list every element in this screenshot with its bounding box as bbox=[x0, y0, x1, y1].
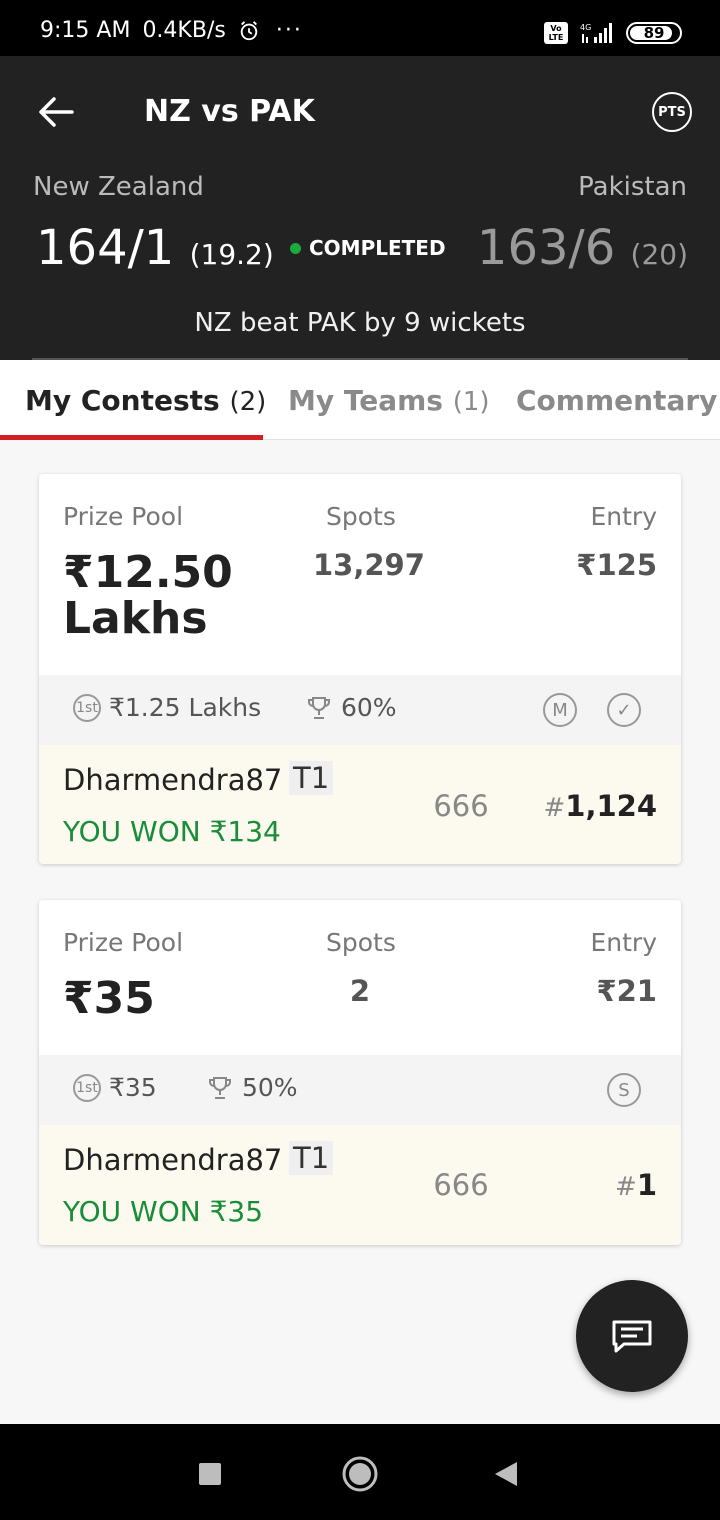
prize-pool-label: Prize Pool bbox=[63, 928, 184, 957]
spots-value: 13,297 bbox=[313, 548, 425, 582]
recents-button[interactable] bbox=[190, 1454, 230, 1494]
user-name: Dharmendra87 bbox=[63, 1143, 283, 1177]
network-speed: 0.4KB/s bbox=[142, 18, 226, 43]
trophy-icon bbox=[209, 1076, 231, 1099]
team-left-overs: (19.2) bbox=[189, 238, 274, 271]
first-prize: 1st ₹1.25 Lakhs bbox=[73, 693, 261, 722]
first-prize-icon: 1st bbox=[73, 1073, 101, 1102]
recents-icon bbox=[199, 1463, 221, 1485]
status-bar: 9:15 AM 0.4KB/s ··· Vo LTE 4G 89 bbox=[0, 0, 720, 56]
team-points: 666 bbox=[433, 1168, 489, 1202]
network-type: 4G bbox=[580, 23, 591, 32]
match-title: NZ vs PAK bbox=[144, 94, 315, 129]
home-button[interactable] bbox=[340, 1454, 380, 1494]
status-dot-icon bbox=[290, 242, 301, 254]
tab-count: (2) bbox=[229, 387, 267, 417]
team-rank: #1 bbox=[615, 1168, 657, 1202]
first-prize-value: ₹1.25 Lakhs bbox=[109, 693, 262, 722]
user-team-row[interactable]: Dharmendra87 T1 YOU WON ₹134 666 #1,124 bbox=[39, 745, 681, 864]
badge-single: S bbox=[607, 1073, 641, 1107]
tab-my-contests[interactable]: My Contests (2) bbox=[25, 384, 266, 417]
first-prize-icon: 1st bbox=[73, 693, 101, 722]
team-left-name: New Zealand bbox=[33, 172, 204, 202]
winnings: YOU WON ₹134 bbox=[63, 815, 281, 848]
win-percent-value: 60% bbox=[341, 693, 397, 722]
tab-count: (1) bbox=[452, 387, 490, 417]
contest-info-row: 1st ₹1.25 Lakhs 60% M ✓ bbox=[39, 675, 681, 745]
pts-label: PTS bbox=[658, 104, 686, 120]
home-icon bbox=[342, 1456, 378, 1492]
team-points: 666 bbox=[433, 789, 489, 823]
back-icon bbox=[495, 1462, 517, 1486]
battery-level: 89 bbox=[643, 24, 665, 42]
win-percent-value: 50% bbox=[242, 1073, 298, 1102]
signal-icon: 4G bbox=[580, 23, 612, 43]
spots-label: Spots bbox=[326, 928, 396, 957]
prize-pool-value: ₹12.50 Lakhs bbox=[63, 547, 233, 644]
more-notifications: ··· bbox=[275, 18, 303, 43]
match-result: NZ beat PAK by 9 wickets bbox=[194, 308, 526, 338]
tab-my-teams[interactable]: My Teams (1) bbox=[288, 384, 490, 417]
status-right: Vo LTE 4G 89 bbox=[544, 22, 682, 44]
tab-bar: My Contests (2) My Teams (1) Commentary bbox=[0, 360, 720, 440]
battery-icon: 89 bbox=[626, 22, 682, 44]
user-team-row[interactable]: Dharmendra87 T1 YOU WON ₹35 666 #1 bbox=[39, 1125, 681, 1245]
clock: 9:15 AM bbox=[40, 18, 131, 43]
match-header: NZ vs PAK PTS New Zealand Pakistan 164/1… bbox=[0, 56, 720, 360]
tab-commentary[interactable]: Commentary bbox=[516, 384, 717, 417]
status-left: 9:15 AM 0.4KB/s ··· bbox=[40, 18, 303, 43]
back-arrow-icon[interactable] bbox=[34, 90, 78, 134]
spots-label: Spots bbox=[326, 502, 396, 531]
contest-info-row: 1st ₹35 50% S bbox=[39, 1055, 681, 1125]
winners-percent: 50% bbox=[206, 1073, 298, 1102]
user-name: Dharmendra87 bbox=[63, 763, 283, 797]
entry-label: Entry bbox=[590, 502, 657, 531]
chat-icon bbox=[612, 1320, 652, 1353]
team-left-score: 164/1 (19.2) bbox=[36, 220, 274, 276]
team-right-score: 163/6 (20) bbox=[476, 220, 688, 276]
team-right-overs: (20) bbox=[630, 238, 688, 271]
guaranteed-icon: ✓ bbox=[607, 693, 641, 727]
badge-guaranteed: ✓ bbox=[607, 693, 641, 727]
spots-value: 2 bbox=[349, 974, 371, 1008]
team-tag: T1 bbox=[289, 1141, 334, 1175]
winners-percent: 60% bbox=[305, 693, 397, 722]
entry-value: ₹21 bbox=[596, 974, 657, 1008]
prize-pool-label: Prize Pool bbox=[63, 502, 184, 531]
team-rank: #1,124 bbox=[543, 789, 657, 823]
contest-card[interactable]: Prize Pool Spots Entry ₹12.50 Lakhs 13,2… bbox=[39, 474, 681, 864]
trophy-icon bbox=[308, 696, 330, 719]
system-nav-bar bbox=[0, 1424, 720, 1520]
team-tag: T1 bbox=[289, 761, 334, 795]
entry-label: Entry bbox=[590, 928, 657, 957]
first-prize-value: ₹35 bbox=[109, 1073, 157, 1102]
alarm-icon bbox=[240, 20, 258, 40]
multi-entry-icon: M bbox=[543, 693, 577, 727]
team-right-name: Pakistan bbox=[578, 172, 687, 202]
entry-value: ₹125 bbox=[576, 548, 657, 582]
contest-card[interactable]: Prize Pool Spots Entry ₹35 2 ₹21 1st ₹35… bbox=[39, 900, 681, 1245]
back-button[interactable] bbox=[486, 1454, 526, 1494]
winnings: YOU WON ₹35 bbox=[63, 1195, 264, 1228]
single-entry-icon: S bbox=[607, 1073, 641, 1107]
pts-icon[interactable]: PTS bbox=[652, 92, 692, 132]
match-status: COMPLETED bbox=[290, 236, 446, 260]
first-prize: 1st ₹35 bbox=[73, 1073, 157, 1102]
badge-multi: M bbox=[543, 693, 577, 727]
chat-button[interactable] bbox=[576, 1280, 688, 1392]
tab-indicator bbox=[0, 435, 263, 440]
volte-icon: Vo LTE bbox=[544, 22, 568, 44]
